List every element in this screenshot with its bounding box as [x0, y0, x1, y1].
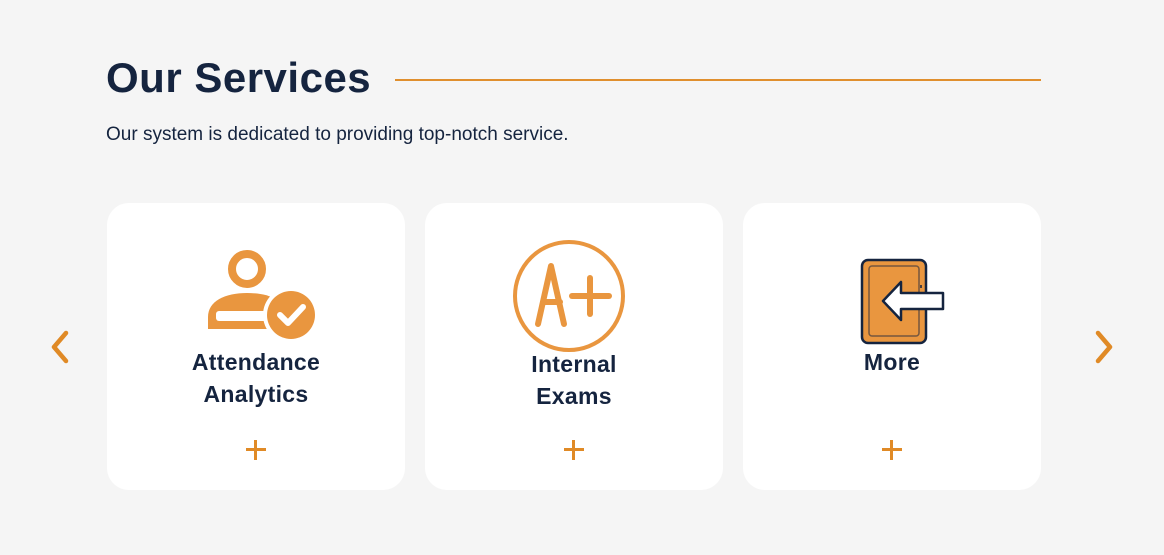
exit-door-icon	[860, 258, 945, 345]
carousel-next-button[interactable]	[1086, 328, 1120, 366]
expand-plus-icon[interactable]	[244, 438, 268, 462]
heading-divider	[395, 79, 1041, 81]
service-card-internal-exams[interactable]: Internal Exams	[425, 203, 723, 490]
user-check-icon	[208, 250, 319, 339]
service-card-label: More	[863, 349, 921, 375]
section-heading: Our Services	[106, 50, 1041, 106]
service-card-more[interactable]: More	[743, 203, 1041, 490]
service-card-label: Internal Exams	[531, 351, 617, 409]
service-card-attendance[interactable]: Attendance Analytics	[107, 203, 405, 490]
grade-a-plus-icon	[513, 240, 625, 352]
services-section: Our Services Our system is dedicated to …	[0, 0, 1164, 555]
expand-plus-icon[interactable]	[562, 438, 586, 462]
chevron-right-icon	[1095, 330, 1113, 364]
expand-plus-icon[interactable]	[880, 438, 904, 462]
section-subtitle: Our system is dedicated to providing top…	[106, 124, 569, 145]
chevron-left-icon	[51, 330, 69, 364]
section-title: Our Services	[106, 54, 372, 101]
carousel-prev-button[interactable]	[44, 328, 78, 366]
service-card-label: Attendance Analytics	[191, 349, 321, 407]
